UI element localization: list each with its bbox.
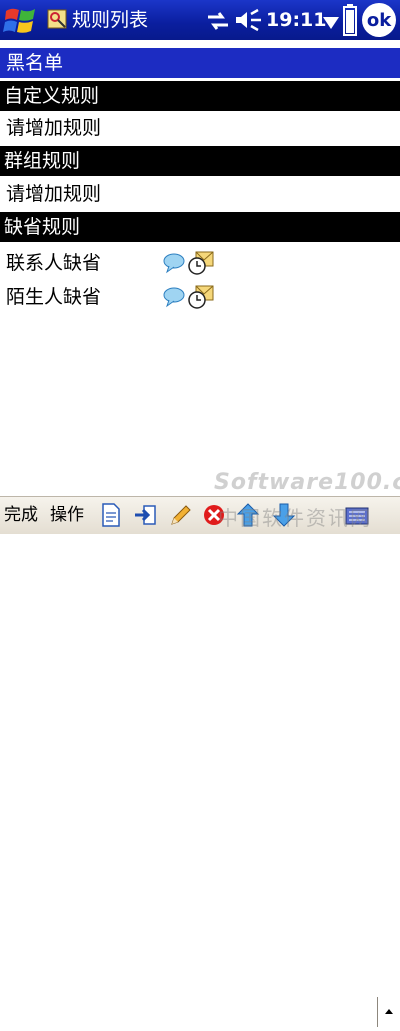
list-item-add-group-rule[interactable]: 请增加规则 [6,180,101,208]
done-button[interactable]: 完成 [4,503,38,527]
stranger-default-icons [163,284,214,310]
watermark-cn: 中国软件资讯网 [218,506,372,530]
contact-default-icons [163,250,214,276]
window-title: 规则列表 [72,9,149,31]
import-icon[interactable] [133,502,157,528]
section-custom-rules: 自定义规则 [0,81,400,111]
battery-icon[interactable] [343,4,357,36]
volume-icon[interactable] [234,8,264,32]
windows-logo-icon [3,8,35,33]
section-default-rules: 缺省规则 [0,212,400,242]
timer-mail-icon [188,285,214,309]
new-document-icon[interactable] [99,502,123,528]
chat-bubble-icon [163,253,185,274]
list-item-stranger-default[interactable]: 陌生人缺省 [6,283,101,311]
blacklist-header: 黑名单 [0,48,400,78]
section-group-rules: 群组规则 [0,146,400,176]
timer-mail-icon [188,251,214,275]
rules-app-icon [46,7,70,31]
connectivity-icon[interactable] [206,10,230,32]
list-item-add-custom-rule[interactable]: 请增加规则 [6,114,101,142]
actions-menu-button[interactable]: 操作 [50,503,84,527]
chevron-down-icon[interactable] [323,14,339,29]
clock[interactable]: 19:11 [266,8,326,32]
chat-bubble-icon [163,287,185,308]
edit-pencil-icon[interactable] [168,502,192,528]
title-bar: 规则列表 19:11 ok [0,0,400,40]
start-menu-button[interactable] [2,3,40,37]
watermark: Software100.cn [214,470,400,495]
ok-button[interactable]: ok [362,3,396,37]
list-item-contact-default[interactable]: 联系人缺省 [6,249,101,277]
scroll-up-icon[interactable] [377,997,400,1027]
